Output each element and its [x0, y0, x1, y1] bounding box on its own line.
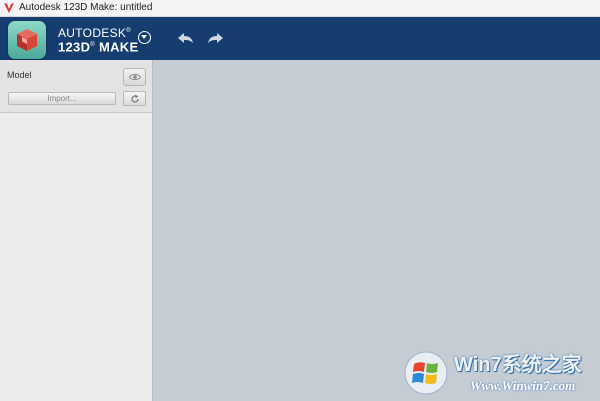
- eye-icon: [129, 73, 141, 81]
- app-header: AUTODESK® 123D® MAKE: [0, 17, 600, 60]
- model-panel: Model Import...: [0, 60, 152, 113]
- app-logo: [8, 21, 46, 59]
- refresh-icon: [131, 94, 139, 103]
- model-label: Model: [7, 70, 32, 80]
- visibility-toggle-button[interactable]: [123, 68, 146, 86]
- refresh-button[interactable]: [123, 91, 146, 106]
- sidebar: Model Import...: [0, 60, 153, 401]
- watermark-title: Win7系统之家: [454, 354, 582, 376]
- autodesk-logo-icon: [4, 3, 14, 13]
- undo-icon[interactable]: [174, 30, 196, 46]
- brand-product: 123D® MAKE: [58, 39, 139, 55]
- redo-icon[interactable]: [205, 30, 227, 46]
- window-titlebar: Autodesk 123D Make: untitled: [0, 0, 600, 17]
- watermark-url: Www.Winwin7.com: [470, 378, 576, 393]
- windows-logo-icon: [404, 351, 448, 395]
- import-button[interactable]: Import...: [8, 92, 116, 105]
- cube-logo-icon: [17, 29, 37, 51]
- chevron-down-icon[interactable]: [138, 31, 151, 44]
- window-title: Autodesk 123D Make: untitled: [19, 2, 153, 13]
- watermark: Win7系统之家 Www.Winwin7.com: [400, 348, 598, 400]
